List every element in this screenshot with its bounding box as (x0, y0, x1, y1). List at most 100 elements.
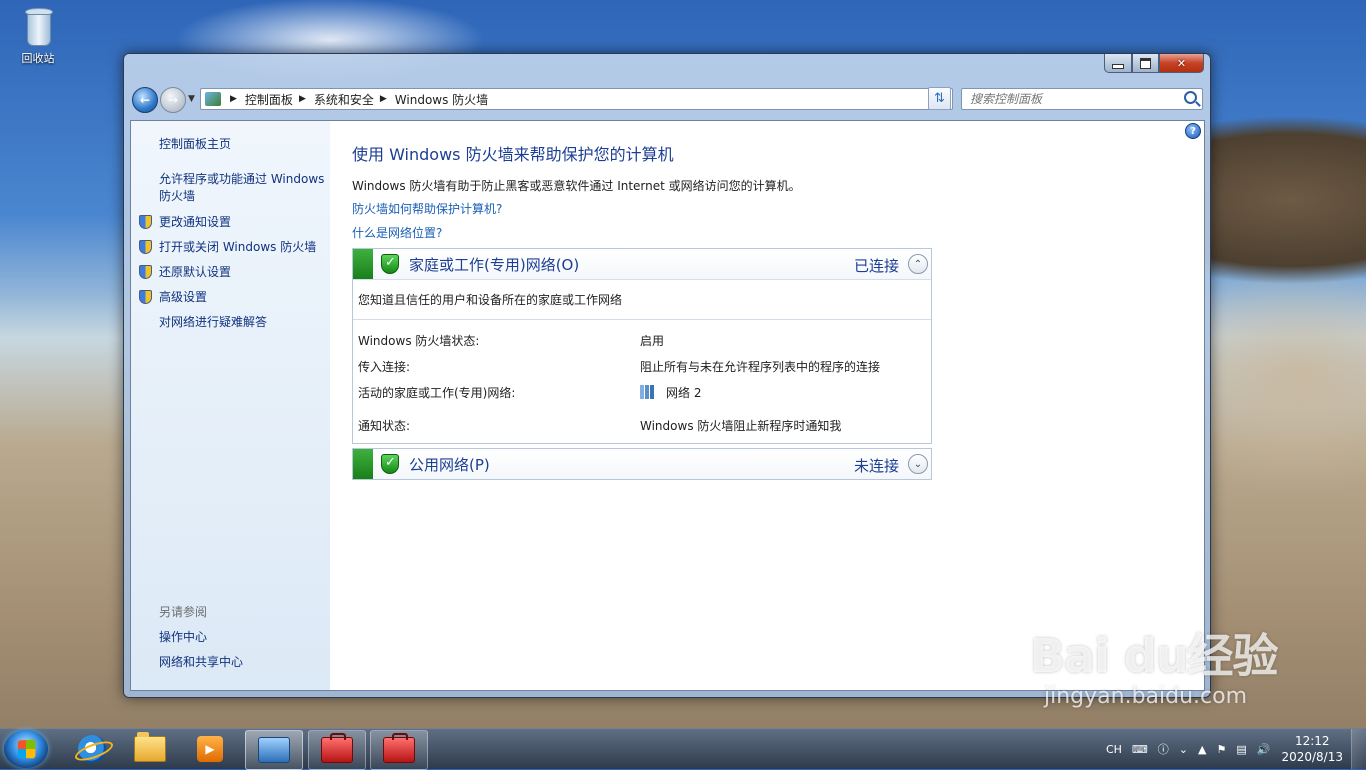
sidebar-item-change-notifications[interactable]: 更改通知设置 (139, 213, 231, 230)
refresh-icon: ⇅ (934, 91, 945, 106)
media-player-icon: ▶ (197, 736, 223, 762)
show-desktop-button[interactable] (1351, 729, 1366, 769)
sidebar-item-control-panel-home[interactable]: 控制面板主页 (159, 135, 231, 152)
sidebar-item-label[interactable]: 更改通知设置 (159, 213, 231, 230)
breadcrumb-system-security[interactable]: 系统和安全 (314, 91, 374, 108)
private-network-panel: 家庭或工作(专用)网络(O) 已连接 ⌃ 您知道且信任的用户和设备所在的家庭或工… (352, 248, 932, 444)
start-button[interactable] (4, 730, 48, 768)
sidebar-item-label[interactable]: 高级设置 (159, 288, 207, 305)
status-bar-green (353, 249, 373, 279)
folder-icon (134, 732, 166, 762)
maximize-button[interactable] (1132, 54, 1159, 73)
taskbar: ▶ CH ⌨ ⓘ ⌄ ▲ ⚑ ▤ 🔊 12:12 2020/8/13 (0, 728, 1366, 770)
recycle-bin[interactable]: 回收站 (12, 6, 64, 66)
network-icon (640, 385, 654, 399)
taskbar-toolbox-1[interactable] (308, 730, 366, 770)
back-button[interactable]: ← (132, 87, 158, 113)
minimize-icon (1112, 63, 1124, 69)
show-hidden-icons-icon[interactable]: ▲ (1198, 743, 1206, 756)
refresh-button[interactable]: ⇅ (928, 87, 951, 110)
private-network-subtitle: 您知道且信任的用户和设备所在的家庭或工作网络 (353, 279, 931, 319)
toolbox-icon (321, 733, 353, 763)
see-also-heading: 另请参阅 (159, 605, 208, 619)
public-network-panel: 公用网络(P) 未连接 ⌄ (352, 448, 932, 480)
breadcrumb-separator-icon[interactable]: ▶ (380, 94, 387, 104)
taskbar-media-player[interactable]: ▶ (182, 730, 238, 768)
watermark-brand: Bai du经验 (1030, 629, 1279, 683)
minimize-button[interactable] (1104, 54, 1132, 73)
page-description: Windows 防火墙有助于防止黑客或恶意软件通过 Internet 或网络访问… (352, 179, 801, 193)
private-network-header[interactable]: 家庭或工作(专用)网络(O) 已连接 ⌃ (353, 249, 931, 279)
detail-value: 阻止所有与未在允许程序列表中的程序的连接 (640, 360, 881, 374)
detail-value: 网络 2 (666, 386, 702, 400)
uac-shield-icon (139, 239, 152, 254)
detail-label: 活动的家庭或工作(专用)网络: (358, 386, 516, 400)
public-network-title: 公用网络(P) (409, 455, 490, 474)
maximize-icon (1140, 57, 1151, 69)
sidebar-item-allow-program[interactable]: 允许程序或功能通过 Windows 防火墙 (159, 171, 329, 205)
toolbox-icon (383, 733, 415, 763)
sidebar-item-label[interactable]: 还原默认设置 (159, 263, 231, 280)
private-network-details: Windows 防火墙状态: 启用 传入连接: 阻止所有与未在允许程序列表中的程… (353, 319, 931, 443)
taskbar-control-panel[interactable] (245, 730, 303, 770)
active-network: 网络 2 (640, 384, 701, 401)
close-button[interactable]: ✕ (1159, 54, 1204, 73)
search-box (961, 88, 1203, 110)
client-area: 控制面板主页 允许程序或功能通过 Windows 防火墙 更改通知设置 打开或关… (130, 120, 1205, 691)
baidu-watermark: Bai du经验 jingyan.baidu.com (1030, 620, 1279, 709)
internet-explorer-icon (78, 735, 106, 763)
network-tray-icon[interactable]: ▤ (1236, 743, 1246, 756)
taskbar-windows-explorer[interactable] (122, 730, 178, 768)
breadcrumb-control-panel[interactable]: 控制面板 (245, 91, 293, 108)
recent-pages-dropdown[interactable]: ▼ (188, 94, 195, 104)
sidebar-item-advanced-settings[interactable]: 高级设置 (139, 288, 207, 305)
private-network-title: 家庭或工作(专用)网络(O) (409, 255, 580, 274)
control-panel-icon (205, 92, 221, 106)
sidebar-item-network-sharing-center[interactable]: 网络和共享中心 (159, 653, 243, 670)
recycle-bin-label: 回收站 (21, 52, 55, 65)
forward-button[interactable]: → (160, 87, 186, 113)
help-tray-icon[interactable]: ⓘ (1158, 741, 1169, 757)
clock-date: 2020/8/13 (1281, 750, 1343, 764)
sidebar-item-turn-firewall-on-off[interactable]: 打开或关闭 Windows 防火墙 (139, 238, 316, 255)
uac-shield-icon (139, 289, 152, 304)
address-bar[interactable]: ▶ 控制面板 ▶ 系统和安全 ▶ Windows 防火墙 ▼ (200, 88, 953, 110)
sidebar: 控制面板主页 允许程序或功能通过 Windows 防火墙 更改通知设置 打开或关… (131, 121, 330, 690)
how-firewall-helps-link[interactable]: 防火墙如何帮助保护计算机? (352, 200, 502, 217)
caption-buttons: ✕ (1104, 54, 1204, 73)
expand-chevron-icon[interactable]: ⌄ (908, 454, 928, 474)
main-content: ? 使用 Windows 防火墙来帮助保护您的计算机 Windows 防火墙有助… (330, 121, 1204, 690)
public-network-header[interactable]: 公用网络(P) 未连接 ⌄ (353, 449, 931, 479)
sidebar-item-label[interactable]: 打开或关闭 Windows 防火墙 (159, 238, 316, 255)
keyboard-icon[interactable]: ⌨ (1132, 743, 1148, 756)
uac-shield-icon (139, 264, 152, 279)
input-language[interactable]: CH (1106, 743, 1122, 756)
help-icon[interactable]: ? (1185, 123, 1201, 139)
search-input[interactable] (968, 91, 1172, 107)
sidebar-item-restore-defaults[interactable]: 还原默认设置 (139, 263, 231, 280)
collapse-chevron-icon[interactable]: ⌃ (908, 254, 928, 274)
watermark-url: jingyan.baidu.com (1044, 684, 1248, 709)
volume-icon[interactable]: 🔊 (1257, 743, 1271, 756)
breadcrumb-firewall[interactable]: Windows 防火墙 (395, 91, 488, 108)
action-center-flag-icon[interactable]: ⚑ (1216, 743, 1226, 756)
breadcrumb: ▶ 控制面板 ▶ 系统和安全 ▶ Windows 防火墙 (224, 91, 488, 108)
back-arrow-icon: ← (139, 93, 151, 107)
search-icon[interactable] (1184, 91, 1197, 104)
detail-value: Windows 防火墙阻止新程序时通知我 (640, 419, 842, 433)
detail-label: Windows 防火墙状态: (358, 334, 480, 348)
public-network-status: 未连接 (853, 457, 899, 475)
control-panel-icon (258, 737, 290, 763)
taskbar-toolbox-2[interactable] (370, 730, 428, 770)
page-title: 使用 Windows 防火墙来帮助保护您的计算机 (352, 145, 674, 164)
taskbar-internet-explorer[interactable] (64, 730, 120, 768)
clock-time: 12:12 (1294, 734, 1330, 748)
detail-label: 传入连接: (358, 360, 411, 374)
clock[interactable]: 12:12 2020/8/13 (1281, 733, 1343, 765)
breadcrumb-separator-icon[interactable]: ▶ (230, 94, 237, 104)
breadcrumb-separator-icon[interactable]: ▶ (299, 94, 306, 104)
sidebar-item-action-center[interactable]: 操作中心 (159, 628, 207, 645)
settings-tray-icon[interactable]: ⌄ (1179, 743, 1188, 756)
sidebar-item-troubleshoot[interactable]: 对网络进行疑难解答 (159, 313, 267, 330)
network-location-link[interactable]: 什么是网络位置? (352, 224, 442, 241)
